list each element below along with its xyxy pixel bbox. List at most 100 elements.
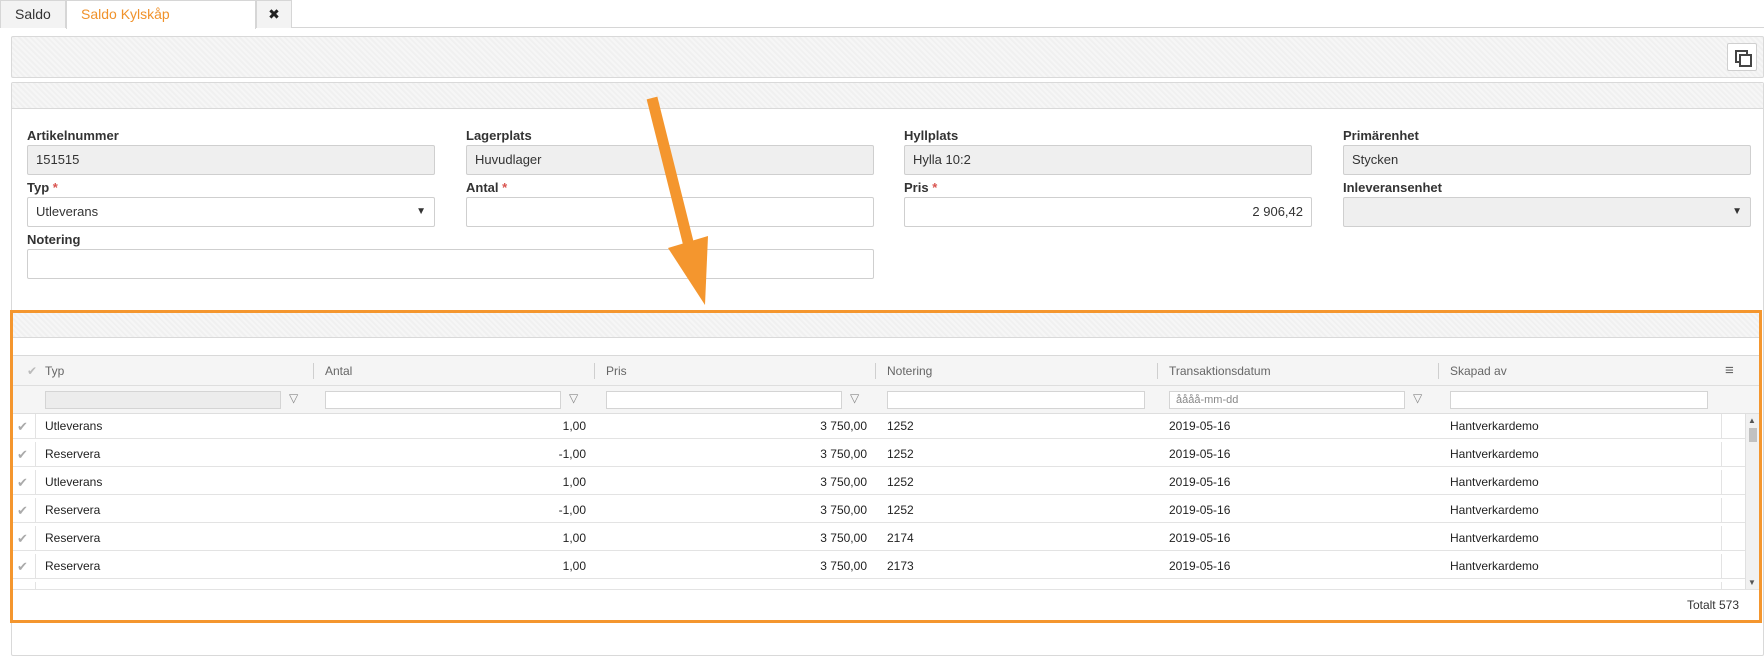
pris-label-text: Pris [904,180,929,195]
transactions-grid: ✔ Typ Antal Pris Notering Transaktionsda… [10,310,1762,623]
row-divider [35,470,36,495]
cell-notering: 2173 [887,559,914,573]
required-marker: * [52,180,58,195]
typ-label: Typ * [27,180,58,195]
cell-transaktionsdatum: 2019-05-16 [1169,475,1231,489]
cell-antal: 1,00 [562,475,586,489]
column-header-notering[interactable]: Notering [887,356,932,386]
cell-skapad-av: Hantverkardemo [1450,447,1539,461]
column-header-pris[interactable]: Pris [606,356,627,386]
cell-notering: 2002 [887,582,1147,589]
cell-transaktionsdatum: 2019-05-16 [1169,559,1231,573]
row-divider [1721,554,1722,579]
scroll-up-arrow-icon[interactable]: ▲ [1748,416,1756,425]
inleveransenhet-select[interactable]: ▼ [1343,197,1751,227]
filter-date-input[interactable]: åååå-mm-dd [1169,391,1405,409]
tab-saldo-kylskap-siemens[interactable]: Saldo Kylskåp Siemens✖ [66,0,256,49]
grid-filter-row: ▽ ▽ ▽ åååå-mm-dd ▽ [13,386,1759,414]
filter-funnel-icon[interactable]: ▽ [289,391,298,405]
column-header-skapad-av[interactable]: Skapad av [1450,356,1507,386]
notering-input[interactable] [27,249,874,279]
filter-notering-input[interactable] [887,391,1145,409]
cell-notering: 1252 [887,447,914,461]
table-row[interactable]: ✔ Reservera 1,00 3 750,00 2174 2019-05-16 Hant… [13,526,1746,551]
row-divider [1721,498,1722,523]
grid-footer: Totalt 573 [13,589,1759,620]
grid-body: ✔ Utleverans 1,00 3 750,00 1252 2019-05-16 Han… [13,414,1759,589]
cell-notering: 1252 [887,503,914,517]
dropdown-arrow-icon: ▼ [416,206,426,217]
table-row[interactable]: ✔ Reservera -1,00 3 750,00 1252 2019-05-16 Han… [13,498,1746,523]
pris-input[interactable]: 2 906,42 [904,197,1312,227]
tab-saldo[interactable]: Saldo [0,0,66,28]
select-all-checkmark-icon[interactable]: ✔ [27,356,37,386]
table-row[interactable]: ✔ Reservera 1,00 3 750,00 2173 2019-05-16 Hant… [13,554,1746,579]
cell-antal: 1,00 [562,531,586,545]
table-row[interactable]: ✔ Reservera -1,00 3 750,00 1252 2019-05-16 Han… [13,442,1746,467]
column-menu-icon[interactable]: ≡ [1725,356,1734,386]
cell-pris: 3 750,00 [820,559,867,573]
copy-button[interactable] [1727,43,1757,71]
row-divider [1721,470,1722,495]
column-separator[interactable] [875,363,876,379]
cell-antal: -1,00 [558,447,586,461]
row-checkmark-icon[interactable]: ✔ [17,554,28,579]
artikelnummer-label: Artikelnummer [27,128,119,143]
row-divider [1721,526,1722,551]
cell-notering: 1252 [887,419,914,433]
cell-skapad-av: Hantverkardemo [1450,419,1539,433]
cell-notering: 2174 [887,531,914,545]
column-header-transaktionsdatum[interactable]: Transaktionsdatum [1169,356,1271,386]
column-separator[interactable] [594,363,595,379]
row-checkmark-icon[interactable]: ✔ [17,526,28,551]
typ-label-text: Typ [27,180,50,195]
tab-saldo-label: Saldo [15,6,51,22]
scroll-thumb[interactable] [1749,428,1757,442]
copy-icon-front [1739,54,1752,67]
grid-scrollbar[interactable]: ▲ ▼ [1745,414,1759,589]
column-header-antal[interactable]: Antal [325,356,352,386]
row-checkmark-icon[interactable]: ✔ [17,498,28,523]
row-checkmark-icon[interactable]: ✔ [17,442,28,467]
filter-antal-input[interactable] [325,391,561,409]
filter-skapad-av-input[interactable] [1450,391,1708,409]
close-all-tabs-button[interactable]: ✖ [256,0,292,28]
filter-funnel-icon[interactable]: ▽ [1413,391,1422,405]
column-header-typ[interactable]: Typ [45,356,64,386]
primarenhet-field: Stycken [1343,145,1751,175]
inleveransenhet-label: Inleveransenhet [1343,180,1442,195]
row-checkmark-icon[interactable]: ✔ [17,414,28,439]
row-divider [1721,442,1722,467]
filter-funnel-icon[interactable]: ▽ [569,391,578,405]
antal-input[interactable] [466,197,874,227]
row-checkmark-icon[interactable]: ✔ [17,582,28,589]
artikelnummer-field: 151515 [27,145,435,175]
column-separator[interactable] [1157,363,1158,379]
column-separator[interactable] [313,363,314,379]
toolbar-panel [11,36,1764,78]
column-separator[interactable] [1438,363,1439,379]
cell-transaktionsdatum: 2019-04-03 [1169,582,1429,589]
cell-typ: Utleverans [45,419,103,433]
hyllplats-field: Hylla 10:2 [904,145,1312,175]
tab-bar: Saldo Saldo Kylskåp Siemens✖ ✖ [0,0,1764,49]
row-divider [35,414,36,439]
filter-typ-input[interactable] [45,391,281,409]
filter-pris-input[interactable] [606,391,842,409]
filter-funnel-icon[interactable]: ▽ [850,391,859,405]
grid-header-row: ✔ Typ Antal Pris Notering Transaktionsda… [13,356,1759,386]
typ-select[interactable]: Utleverans ▼ [27,197,435,227]
cell-transaktionsdatum: 2019-05-16 [1169,531,1231,545]
row-checkmark-icon[interactable]: ✔ [17,470,28,495]
lagerplats-label: Lagerplats [466,128,532,143]
row-divider [1721,582,1722,589]
cell-typ: Utleverans [45,475,103,489]
table-row[interactable]: ✔ Utleverans 1,00 3 750,00 1252 2019-05-16 Han… [13,414,1746,439]
antal-label: Antal * [466,180,507,195]
table-row[interactable]: ✔ Reservera 0,00 3 750,00 2002 2019-04-03 Hant… [13,582,1746,589]
cell-typ: Reservera [45,503,101,517]
cell-pris: 3 750,00 [820,419,867,433]
scroll-down-arrow-icon[interactable]: ▼ [1748,578,1756,587]
table-row[interactable]: ✔ Utleverans 1,00 3 750,00 1252 2019-05-16 Han… [13,470,1746,495]
cell-typ: Reservera [45,531,101,545]
